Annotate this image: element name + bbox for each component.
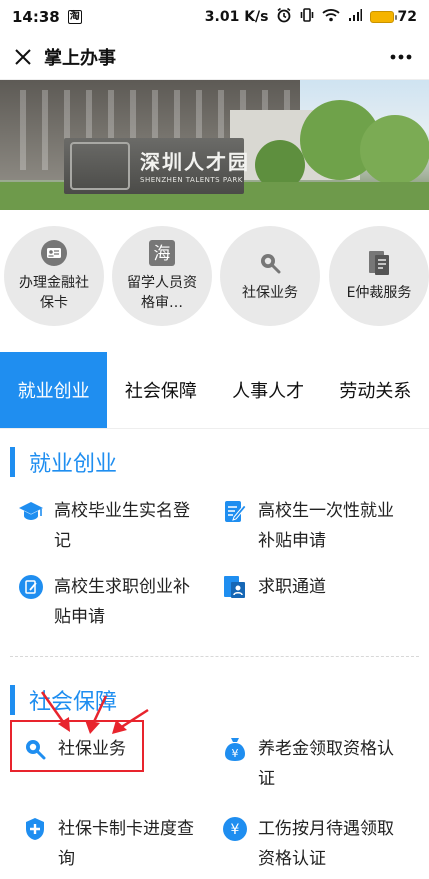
signal-icon	[347, 7, 363, 27]
quick-action-overseas[interactable]: 海 留学人员资格审…	[112, 226, 212, 326]
taobao-app-icon: 淘	[67, 10, 82, 24]
vibrate-icon	[299, 7, 315, 27]
quick-action-label: 办理金融社保卡	[19, 275, 89, 311]
quick-action-label: 社保业务	[242, 285, 298, 301]
annotation-arrows	[40, 691, 149, 734]
quick-action-e-arbitration[interactable]: E仲裁服务	[329, 226, 429, 326]
network-speed: 3.01 K/s	[204, 9, 269, 25]
job-doc-icon	[222, 574, 248, 600]
service-item-label: 社保卡制卡进度查 询	[58, 819, 194, 869]
service-item-label: 工伤按月待遇领取 资格认证	[258, 819, 394, 869]
close-icon[interactable]	[10, 44, 36, 70]
tab-labor-relations[interactable]: 劳动关系	[322, 352, 429, 428]
battery-icon: 72	[369, 9, 417, 25]
alarm-icon	[276, 7, 292, 27]
section-divider	[10, 656, 419, 657]
tab-employment[interactable]: 就业创业	[0, 352, 108, 428]
park-logo	[70, 142, 130, 190]
svg-text:¥: ¥	[231, 822, 240, 838]
service-item-label: 高校生求职创业补 贴申请	[54, 577, 190, 627]
id-card-icon	[40, 239, 68, 267]
service-item-label: 求职通道	[258, 577, 326, 597]
service-item[interactable]: 高校生求职创业补 贴申请	[18, 572, 218, 632]
status-right: 3.01 K/s 72	[205, 7, 417, 27]
service-item[interactable]: 求职通道	[222, 572, 422, 602]
banner-sign-cn: 深圳人才园	[140, 150, 250, 174]
status-bar: 14:38 淘 3.01 K/s 72	[0, 0, 429, 34]
category-tabs: 就业创业 社会保障 人事人才 劳动关系	[0, 352, 429, 429]
service-item-label: 养老金领取资格认 证	[258, 739, 394, 789]
service-item[interactable]: ¥ 养老金领取资格认 证	[222, 734, 422, 794]
service-item[interactable]: ¥ 工伤按月待遇领取 资格认证	[222, 814, 422, 874]
edit-circle-icon	[18, 574, 44, 600]
section-title-text: 就业创业	[29, 452, 118, 477]
sea-char-icon: 海	[148, 239, 176, 267]
quick-action-label: E仲裁服务	[346, 285, 412, 301]
service-item[interactable]: 社保卡制卡进度查 询	[22, 814, 212, 874]
graduation-cap-icon	[18, 498, 44, 524]
svg-text:¥: ¥	[232, 747, 239, 760]
title-bar: 掌上办事	[0, 34, 429, 80]
yen-circle-icon: ¥	[222, 816, 248, 842]
section-title-employment: 就业创业	[10, 446, 117, 478]
page-title: 掌上办事	[44, 47, 116, 69]
quick-action-label: 留学人员资格审…	[127, 275, 197, 311]
plus-shield-icon	[22, 816, 48, 842]
quick-action-finance-card[interactable]: 办理金融社保卡	[4, 226, 104, 326]
quick-action-social-insurance[interactable]: 社保业务	[220, 226, 320, 326]
service-item[interactable]: 高校生一次性就业 补贴申请	[222, 496, 422, 556]
money-bag-icon: ¥	[222, 736, 248, 762]
status-time: 14:38	[12, 8, 60, 26]
banner-sign-en: SHENZHEN TALENTS PARK	[140, 176, 243, 184]
edit-doc-icon	[222, 498, 248, 524]
tab-social-security[interactable]: 社会保障	[107, 352, 214, 428]
service-item[interactable]: 高校毕业生实名登 记	[18, 496, 218, 556]
tab-personnel[interactable]: 人事人才	[215, 352, 322, 428]
search-icon	[256, 249, 284, 277]
svg-text:海: 海	[154, 244, 171, 264]
wifi-icon	[321, 7, 340, 27]
more-menu-icon[interactable]	[383, 44, 419, 70]
service-item-label: 高校生一次性就业 补贴申请	[258, 501, 394, 551]
banner-image[interactable]: 深圳人才园 SHENZHEN TALENTS PARK	[0, 80, 429, 210]
service-item-label: 高校毕业生实名登 记	[54, 501, 190, 551]
battery-level: 72	[397, 9, 417, 25]
document-icon	[365, 249, 393, 277]
quick-actions: 办理金融社保卡 海 留学人员资格审… 社保业务 E仲裁服务	[0, 226, 429, 338]
